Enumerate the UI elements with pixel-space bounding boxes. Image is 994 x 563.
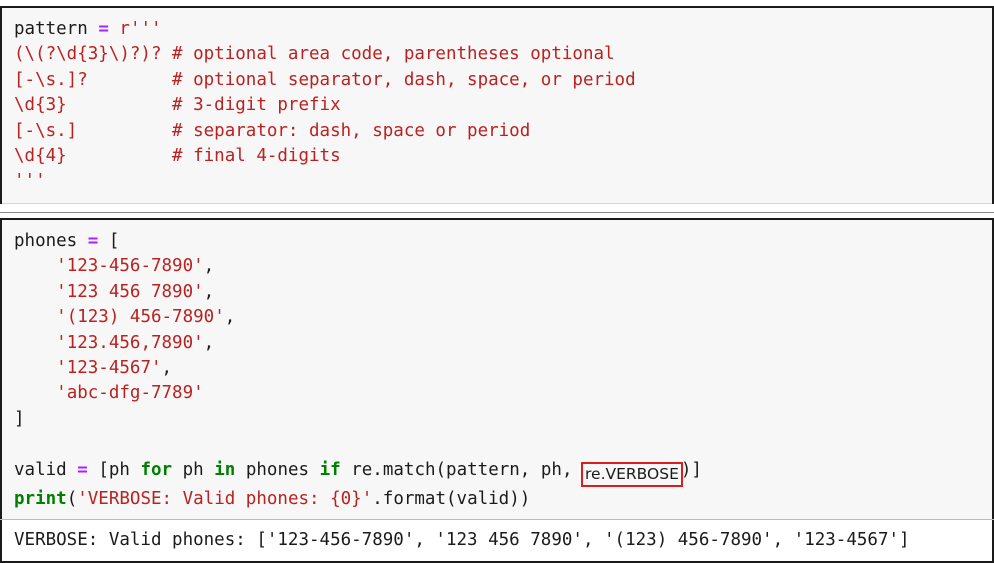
code-line: ''' [14,169,994,194]
code-line: '123.456,7890', [14,331,994,356]
code-token: ph [172,459,215,480]
code-token: ] [14,408,25,429]
code-token: phones [235,459,320,480]
code-token: 'VERBOSE: Valid phones: {0}' [77,488,373,509]
code-token: , [203,332,215,353]
code-token: , [224,307,236,328]
code-cell-pattern[interactable]: pattern = r''' (\(?\d{3}\)?)? # optional … [0,6,994,204]
code-token: ( [66,488,78,509]
code-token: [ [98,231,120,251]
code-line: valid = [ph for ph in phones if re.match… [14,458,994,487]
code-line: print('VERBOSE: Valid phones: {0}'.forma… [14,487,994,512]
code-token: = [98,19,109,39]
code-token: , [203,256,215,277]
cell-output-area: VERBOSE: Valid phones: ['123-456-7890', … [0,519,994,563]
code-token: '123 456 7890' [56,281,204,302]
code-token: r''' [119,19,162,39]
code-line: phones = [ [14,229,994,254]
code-token: in [214,459,236,480]
code-line: \d{4} # final 4-digits [14,144,994,169]
stdout-line: VERBOSE: Valid phones: ['123-456-7890', … [14,530,910,550]
code-line: [-\s.]? # optional separator, dash, spac… [14,68,994,93]
code-cell-phones[interactable]: phones = [ '123-456-7890', '123 456 7890… [0,218,994,522]
code-line: '123-456-7890', [14,254,994,279]
code-token: '123-456-7890' [56,256,204,277]
code-line: pattern = r''' [14,17,994,42]
code-token: [-\s.]? # optional separator, dash, spac… [14,69,636,90]
code-token: '(123) 456-7890' [56,307,225,328]
code-token: , [161,358,173,379]
code-token: '123-4567' [56,358,162,379]
code-line: [-\s.] # separator: dash, space or perio… [14,119,994,144]
code-line: '(123) 456-7890', [14,305,994,330]
code-line: \d{3} # 3-digit prefix [14,93,994,118]
code-line: ] [14,407,994,432]
code-token: = [87,231,99,251]
code-token: 'abc-dfg-7789' [56,383,204,404]
code-token: [-\s.] # separator: dash, space or perio… [14,120,531,141]
code-line: 'abc-dfg-7789' [14,381,994,406]
code-token: phones [14,231,78,251]
code-token: \d{3} # 3-digit prefix [14,95,341,116]
code-line: (\(?\d{3}\)?)? # optional area code, par… [14,42,994,67]
code-token: , [203,281,215,302]
code-token: \d{4} # final 4-digits [14,146,341,167]
code-token: )] [680,459,702,480]
code-token: .format(valid)) [372,488,531,509]
code-line: '123-4567', [14,356,994,381]
notebook-code-screenshot: pattern = r''' (\(?\d{3}\)?)? # optional … [0,0,994,563]
code-lines-phones: phones = [ '123-456-7890', '123 456 7890… [14,229,994,512]
code-cell-pattern-body[interactable]: pattern = r''' (\(?\d{3}\)?)? # optional … [0,8,994,203]
code-token: ''' [14,171,46,192]
code-token: valid [14,459,67,480]
code-token: '123.456,7890' [56,332,204,353]
code-token: for [140,459,173,480]
code-token: print [14,488,67,509]
code-token: = [77,459,88,480]
code-cell-phones-body[interactable]: phones = [ '123-456-7890', '123 456 7890… [0,220,994,520]
code-line: '123 456 7890', [14,280,994,305]
code-token: (\(?\d{3}\)?)? # optional area code, par… [14,44,615,65]
cell-separator [0,212,994,213]
code-token: re.match(pattern, ph, [340,459,584,480]
code-lines-pattern: pattern = r''' (\(?\d{3}\)?)? # optional … [14,17,994,195]
code-token: pattern [14,19,88,39]
verbose-flag-annotation: re.VERBOSE [581,461,683,487]
code-token: if [319,459,341,480]
code-token: [ph [87,459,141,480]
cell-output-body: VERBOSE: Valid phones: ['123-456-7890', … [0,520,994,561]
